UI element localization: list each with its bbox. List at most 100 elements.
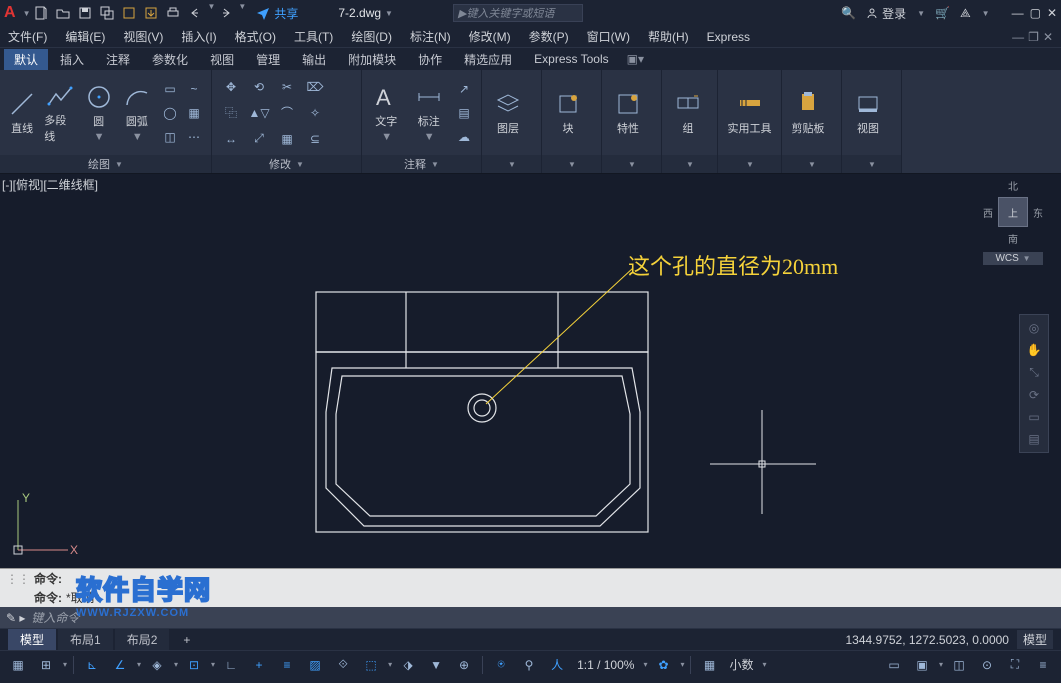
arc-tool[interactable]: 圆弧▼ — [121, 83, 153, 143]
app-menu-dropdown[interactable]: ▼ — [23, 9, 31, 18]
3dosnap-icon[interactable]: ⬚ — [359, 654, 383, 676]
tab-featured[interactable]: 精选应用 — [454, 49, 522, 70]
title-dropdown[interactable]: ▼ — [385, 9, 393, 18]
fullnav-icon[interactable]: ◎ — [1029, 321, 1039, 335]
qp-icon[interactable]: ▭ — [882, 654, 906, 676]
command-input[interactable]: ✎ ▸ 键入命令 — [0, 607, 1061, 628]
autoscale-icon[interactable]: 人 — [545, 654, 569, 676]
offset-icon[interactable]: ⊆ — [302, 127, 328, 151]
tab-insert[interactable]: 插入 — [50, 49, 94, 70]
help-search-input[interactable]: ▶ 键入关键字或短语 — [453, 4, 583, 22]
autodesk-icon[interactable]: ⟁ — [960, 6, 971, 21]
orbit-icon[interactable]: ⟳ — [1029, 388, 1039, 402]
menu-tools[interactable]: 工具(T) — [294, 28, 333, 45]
tab-layout1[interactable]: 布局1 — [58, 629, 113, 650]
tab-model[interactable]: 模型 — [8, 629, 56, 650]
showmotion-icon[interactable]: ▭ — [1028, 410, 1039, 424]
tab-layout2[interactable]: 布局2 — [115, 629, 170, 650]
region-icon[interactable]: ◫ — [159, 126, 181, 148]
zoom-level[interactable]: 1:1 / 100% — [577, 658, 634, 672]
text-tool[interactable]: A文字▼ — [368, 83, 405, 143]
util-tool[interactable]: 实用工具 — [724, 90, 775, 136]
mdi-minimize-icon[interactable]: — — [1012, 30, 1024, 44]
tab-parametric[interactable]: 参数化 — [142, 49, 198, 70]
table-icon[interactable]: ▤ — [453, 102, 475, 124]
mdi-restore-icon[interactable]: ❐ — [1028, 30, 1039, 44]
annovis-icon[interactable]: ⚲ — [517, 654, 541, 676]
grid-icon[interactable]: ▦ — [6, 654, 30, 676]
ellipse-icon[interactable]: ◯ — [159, 102, 181, 124]
menu-dim[interactable]: 标注(N) — [410, 28, 451, 45]
plot-icon[interactable] — [162, 2, 184, 24]
close-icon[interactable]: ✕ — [1047, 6, 1057, 20]
minimize-icon[interactable]: — — [1012, 6, 1024, 20]
open-icon[interactable] — [52, 2, 74, 24]
wcs-label[interactable]: WCS ▼ — [983, 252, 1043, 265]
clip-tool[interactable]: 剪贴板 — [788, 90, 828, 136]
web-open-icon[interactable] — [118, 2, 140, 24]
transparency-icon[interactable]: ▨ — [303, 654, 327, 676]
more-draw-icon[interactable]: ⋯ — [183, 126, 205, 148]
mirror-icon[interactable]: ▲▽ — [246, 101, 272, 125]
hardware-icon[interactable]: ⊙ — [975, 654, 999, 676]
nav-more-icon[interactable]: ▤ — [1028, 432, 1039, 446]
tab-output[interactable]: 输出 — [292, 49, 336, 70]
redo-icon[interactable] — [215, 2, 237, 24]
pan-icon[interactable]: ✋ — [1027, 343, 1042, 357]
cleanscreen-icon[interactable]: ⛶ — [1003, 654, 1027, 676]
view-cube[interactable]: 北 西 上 东 南 WCS ▼ — [983, 178, 1043, 268]
stretch-icon[interactable]: ↔ — [218, 127, 244, 151]
menu-modify[interactable]: 修改(M) — [469, 28, 511, 45]
mdi-close-icon[interactable]: ✕ — [1043, 30, 1053, 44]
ortho-icon[interactable]: ⊾ — [80, 654, 104, 676]
dim-tool[interactable]: 标注▼ — [411, 83, 448, 143]
lwt-icon[interactable]: ≡ — [275, 654, 299, 676]
menu-insert[interactable]: 插入(I) — [181, 28, 216, 45]
tab-view[interactable]: 视图 — [200, 49, 244, 70]
block-tool[interactable]: 块 — [548, 90, 588, 136]
copy-icon[interactable]: ⿻ — [218, 101, 244, 125]
maximize-icon[interactable]: ▢ — [1030, 6, 1041, 20]
otrack-icon[interactable]: ∟ — [219, 654, 243, 676]
redo-dropdown[interactable]: ▼ — [238, 2, 246, 24]
cloud-icon[interactable]: ☁ — [453, 126, 475, 148]
share-button[interactable]: 共享 — [256, 5, 298, 22]
fillet-icon[interactable]: ⌒ — [274, 101, 300, 125]
tab-add[interactable]: + — [171, 631, 202, 649]
cycling-icon[interactable]: ⟐ — [331, 654, 355, 676]
menu-window[interactable]: 窗口(W) — [587, 28, 630, 45]
login-button[interactable]: 登录 — [866, 5, 906, 22]
tab-default[interactable]: 默认 — [4, 49, 48, 70]
annoscale-icon[interactable]: ⍟ — [489, 654, 513, 676]
save-icon[interactable] — [74, 2, 96, 24]
menu-file[interactable]: 文件(F) — [8, 28, 47, 45]
menu-express[interactable]: Express — [707, 30, 750, 44]
move-icon[interactable]: ✥ — [218, 75, 244, 99]
menu-format[interactable]: 格式(O) — [235, 28, 276, 45]
rect-icon[interactable]: ▭ — [159, 78, 181, 100]
rotate-icon[interactable]: ⟲ — [246, 75, 272, 99]
gizmo-icon[interactable]: ⊕ — [452, 654, 476, 676]
leader-icon[interactable]: ↗ — [453, 78, 475, 100]
hatch-icon[interactable]: ▦ — [183, 102, 205, 124]
drawing-canvas[interactable]: [-][俯视][二维线框] 这个孔的直径为20mm Y X 北 — [0, 174, 1061, 568]
spline-icon[interactable]: ~ — [183, 78, 205, 100]
tab-annotate[interactable]: 注释 — [96, 49, 140, 70]
isolate-icon[interactable]: ◫ — [947, 654, 971, 676]
zoom-extents-icon[interactable]: ⤡ — [1029, 365, 1039, 380]
menu-edit[interactable]: 编辑(E) — [65, 28, 105, 45]
scale-icon[interactable]: ⤢ — [246, 127, 272, 151]
saveas-icon[interactable] — [96, 2, 118, 24]
polyline-tool[interactable]: 多段线 — [44, 82, 76, 144]
selection-filter-icon[interactable]: ▼ — [424, 654, 448, 676]
tab-collab[interactable]: 协作 — [408, 49, 452, 70]
iso-icon[interactable]: ◈ — [145, 654, 169, 676]
group-tool[interactable]: 组 — [668, 90, 708, 136]
lock-icon[interactable]: ▣ — [910, 654, 934, 676]
snap-icon[interactable]: ⊞ — [34, 654, 58, 676]
menu-help[interactable]: 帮助(H) — [648, 28, 689, 45]
array-icon[interactable]: ▦ — [274, 127, 300, 151]
line-tool[interactable]: 直线 — [6, 90, 38, 136]
tab-manage[interactable]: 管理 — [246, 49, 290, 70]
undo-icon[interactable] — [184, 2, 206, 24]
